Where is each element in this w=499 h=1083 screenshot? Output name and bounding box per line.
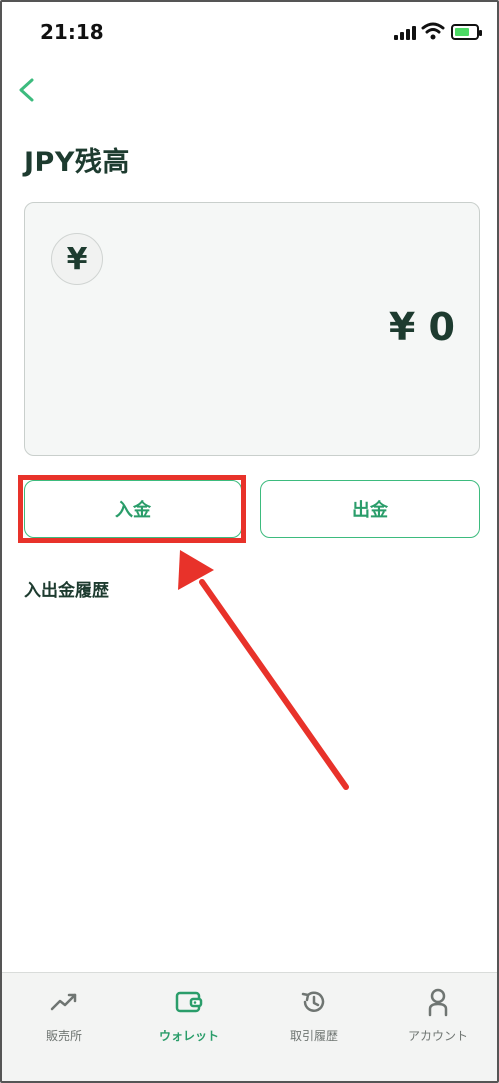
bottom-tab-bar: 販売所 ウォレット 取引履歴 アカウント (2, 972, 497, 1081)
tab-label: 取引履歴 (289, 1029, 338, 1043)
withdraw-button[interactable]: 出金 (260, 480, 480, 538)
tab-label: アカウント (407, 1029, 468, 1043)
history-title: 入出金履歴 (24, 581, 109, 601)
history-icon (301, 991, 325, 1012)
battery-icon (451, 24, 482, 40)
page-title: JPY残高 (24, 147, 130, 178)
status-time: 21:18 (40, 20, 104, 44)
tab-market[interactable]: 販売所 (2, 973, 126, 1053)
back-button[interactable] (10, 72, 44, 108)
trend-up-icon (50, 993, 77, 1011)
tab-account[interactable]: アカウント (376, 973, 497, 1053)
yen-currency-icon: ¥ (51, 233, 103, 285)
balance-card: ¥ ¥ 0 (24, 202, 480, 456)
highlight-box (18, 475, 246, 543)
balance-amount: ¥ 0 (388, 305, 455, 349)
phone-screen: 21:18 JPY残高 ¥ ¥ 0 入金 出金 入出金履歴 販売所 ウォレット … (0, 0, 499, 1083)
tab-wallet[interactable]: ウォレット (127, 973, 251, 1053)
person-icon (428, 988, 448, 1017)
chevron-left-icon (19, 78, 34, 102)
cellular-signal-icon (394, 26, 416, 40)
wifi-icon (421, 22, 445, 40)
tab-label: 販売所 (45, 1029, 82, 1043)
wallet-icon (175, 991, 203, 1013)
status-bar: 21:18 (2, 2, 497, 62)
tab-trade-history[interactable]: 取引履歴 (252, 973, 376, 1053)
tab-label: ウォレット (158, 1029, 219, 1043)
